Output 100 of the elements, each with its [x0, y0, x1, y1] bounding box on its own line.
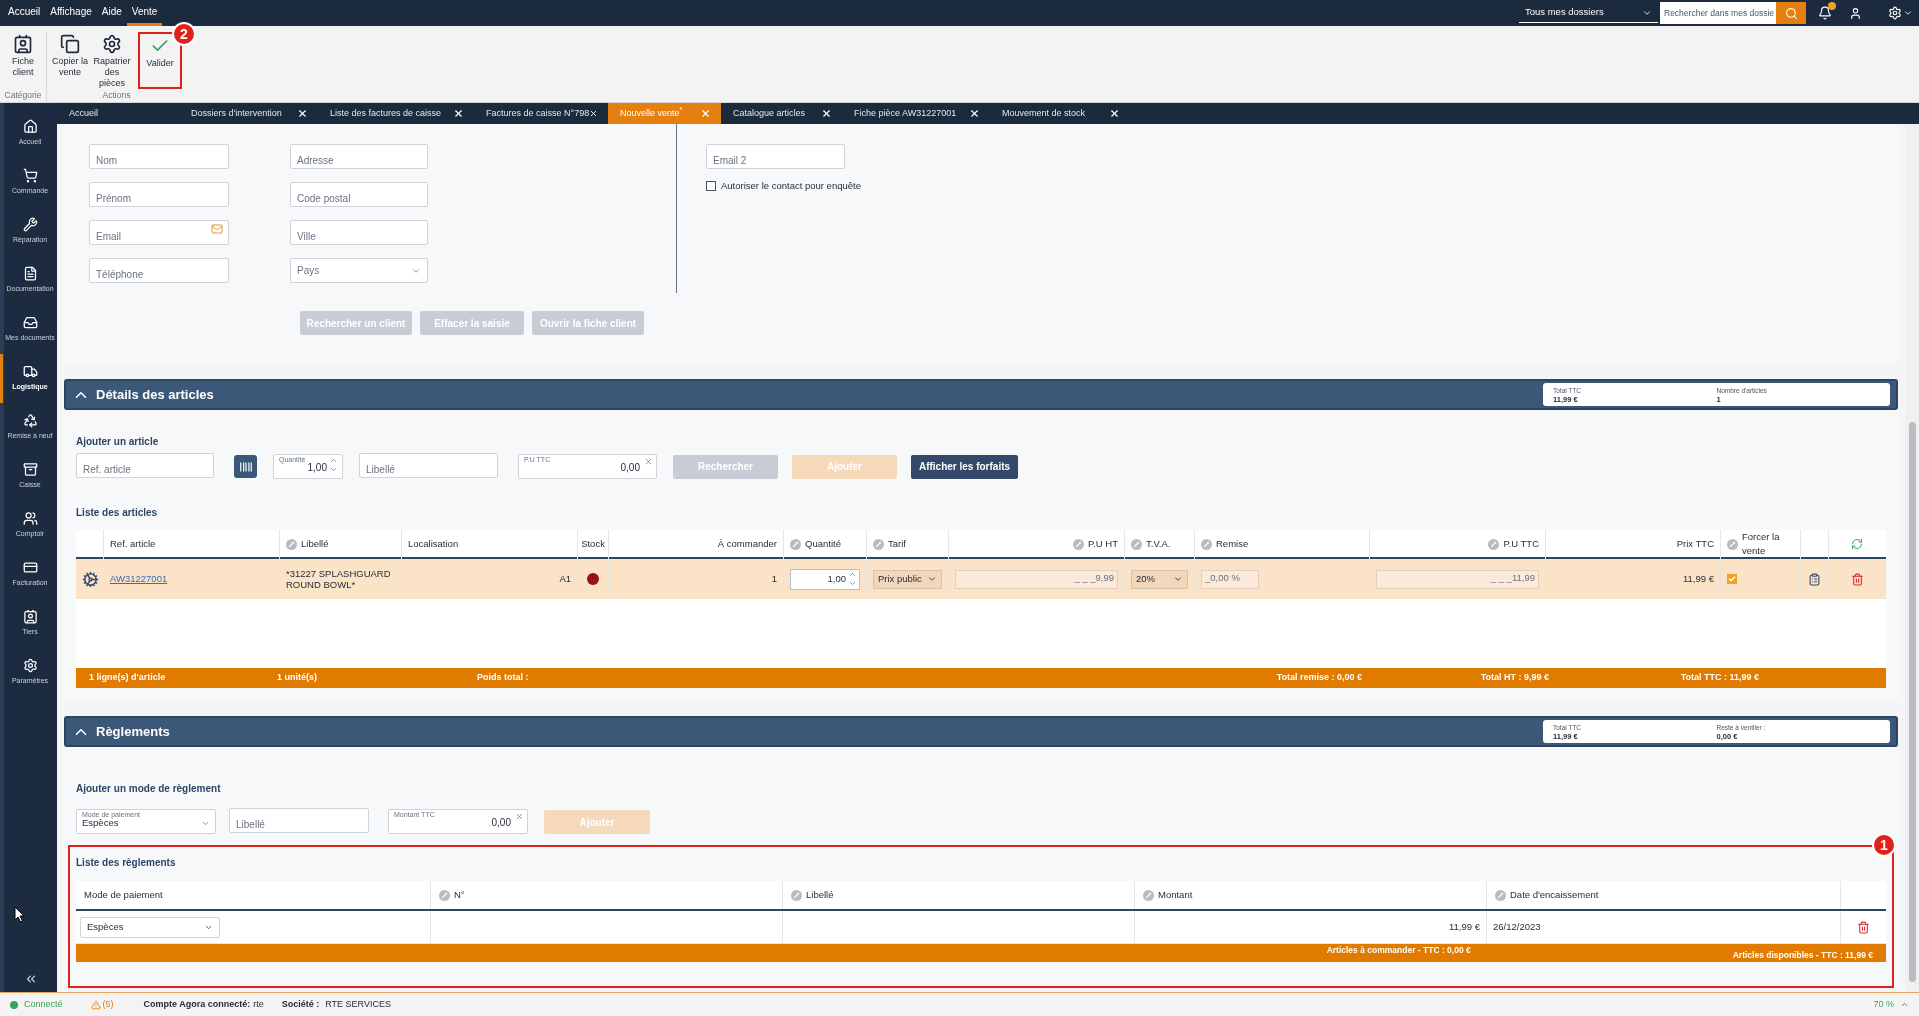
- close-icon[interactable]: [969, 108, 980, 119]
- pencil-icon: [790, 538, 801, 550]
- ribbon-button[interactable]: Valider: [141, 34, 179, 87]
- gears-icon[interactable]: [81, 570, 99, 588]
- tab[interactable]: Factures de caisse N°798: [474, 103, 608, 124]
- pencil-icon: [873, 538, 884, 550]
- clear-icon[interactable]: [515, 812, 524, 821]
- input-field[interactable]: Prénom: [89, 182, 229, 207]
- quantity-field[interactable]: 1,00: [790, 568, 860, 590]
- menu-item[interactable]: Affichage: [45, 0, 97, 26]
- status-label: Société :: [281, 997, 320, 1011]
- pencil-icon: [1143, 889, 1154, 901]
- tab[interactable]: Dossiers d'intervention: [179, 103, 318, 124]
- tab[interactable]: Catalogue articles: [721, 103, 842, 124]
- ribbon-button[interactable]: Rapatrier des pièces: [93, 32, 131, 89]
- caret-up-icon[interactable]: [1900, 1000, 1909, 1009]
- tab[interactable]: Mouvement de stock: [990, 103, 1130, 124]
- scrollbar-thumb[interactable]: [1908, 422, 1916, 982]
- button[interactable]: Afficher les forfaits: [911, 454, 1018, 479]
- close-icon[interactable]: [297, 108, 308, 119]
- input-field[interactable]: Libellé: [359, 453, 498, 478]
- discount-field[interactable]: _0,00 %: [1201, 569, 1259, 589]
- section-title: Détails des articles: [96, 385, 214, 404]
- input-field[interactable]: Ref. article: [76, 453, 214, 478]
- price-field: _ _ _9,99: [955, 569, 1118, 589]
- column-header[interactable]: P.U TTC: [1370, 530, 1546, 559]
- column-header[interactable]: Prix TTC: [1546, 530, 1721, 559]
- column-header[interactable]: Ref. article: [104, 530, 280, 559]
- settings-icon[interactable]: [1888, 6, 1902, 20]
- chevron-down-icon[interactable]: [1903, 8, 1913, 18]
- chevron-down-icon: [411, 266, 421, 276]
- input-field[interactable]: Libellé: [229, 808, 369, 833]
- refresh-icon[interactable]: [1851, 538, 1863, 551]
- input-field[interactable]: Téléphone: [89, 258, 229, 283]
- close-icon[interactable]: [821, 108, 832, 119]
- input-field[interactable]: Code postal: [290, 182, 428, 207]
- column-header[interactable]: Stock: [578, 530, 609, 559]
- pencil-icon: [1131, 538, 1142, 550]
- column-header[interactable]: T.V.A.: [1125, 530, 1195, 559]
- ribbon-button[interactable]: Copier la vente: [51, 32, 89, 78]
- column-header[interactable]: Quantité: [784, 530, 867, 559]
- article-link[interactable]: AW31227001: [110, 571, 168, 587]
- ribbon-button[interactable]: Fiche client: [4, 32, 42, 78]
- select-field[interactable]: Prix public: [873, 569, 942, 589]
- list-icon[interactable]: [1808, 572, 1821, 586]
- checkbox[interactable]: [706, 181, 716, 192]
- input-field[interactable]: Ville: [290, 220, 428, 245]
- tab[interactable]: Liste des factures de caisse: [318, 103, 474, 124]
- checkbox-label: Autoriser le contact pour enquête: [721, 179, 861, 193]
- close-icon[interactable]: [1109, 108, 1120, 119]
- truck-icon: [22, 364, 38, 380]
- contact-card-icon: [22, 609, 38, 625]
- folder-select[interactable]: Tous mes dossiers: [1519, 3, 1658, 23]
- column-header[interactable]: Localisation: [402, 530, 578, 559]
- delete-icon[interactable]: [1857, 920, 1870, 934]
- column-header[interactable]: Remise: [1195, 530, 1370, 559]
- barcode-icon: [238, 459, 253, 474]
- input-field[interactable]: Nom: [89, 144, 229, 169]
- menu-item[interactable]: Accueil: [3, 0, 46, 26]
- column-header[interactable]: Libellé: [783, 881, 1135, 909]
- input-field[interactable]: Email: [89, 220, 229, 245]
- input-field[interactable]: Email 2: [706, 144, 845, 169]
- price-field: _ _ _11,99: [1376, 569, 1539, 589]
- input-field[interactable]: Adresse: [290, 144, 428, 169]
- menu-item[interactable]: Aide: [96, 0, 127, 26]
- clear-icon[interactable]: [644, 457, 653, 466]
- barcode-button[interactable]: [234, 455, 257, 478]
- close-icon[interactable]: [453, 108, 464, 119]
- table-cell-text: *31227 SPLASHGUARD ROUND BOWL*: [286, 568, 392, 590]
- status-value: rte: [253, 997, 264, 1011]
- select-field[interactable]: Espèces: [80, 916, 220, 938]
- checkbox[interactable]: [1727, 574, 1737, 584]
- notification-badge: [1828, 2, 1836, 10]
- column-header[interactable]: Tarif: [867, 530, 949, 559]
- search-field[interactable]: Rechercher dans mes dossie: [1660, 2, 1776, 24]
- table-cell-text: 26/12/2023: [1493, 919, 1541, 934]
- group-label: Catégorie: [4, 89, 42, 102]
- column-header[interactable]: N°: [431, 881, 783, 909]
- select-field[interactable]: Pays: [290, 258, 428, 283]
- close-icon[interactable]: [589, 108, 598, 119]
- notification-icon[interactable]: [1818, 6, 1832, 20]
- list-title: Liste des articles: [76, 506, 159, 520]
- column-header[interactable]: Forcer la vente: [1721, 530, 1801, 559]
- user-icon[interactable]: [1849, 6, 1862, 20]
- column-header[interactable]: Montant: [1135, 881, 1487, 909]
- pencil-icon: [286, 538, 297, 550]
- totals-text: Total remise : 0,00 €: [1275, 671, 1362, 685]
- column-header[interactable]: Mode de paiement: [76, 881, 431, 909]
- pencil-icon: [1201, 538, 1212, 550]
- tab[interactable]: Fiche pièce AW31227001: [842, 103, 990, 124]
- wrench-icon: [22, 217, 38, 233]
- column-header[interactable]: P.U HT: [949, 530, 1125, 559]
- column-header[interactable]: À commander: [609, 530, 784, 559]
- tab[interactable]: Accueil: [57, 103, 179, 124]
- column-header[interactable]: Libellé: [280, 530, 402, 559]
- delete-icon[interactable]: [1850, 572, 1864, 586]
- chevron-down-icon: [927, 574, 937, 584]
- select-field[interactable]: 20%: [1131, 569, 1188, 589]
- column-header[interactable]: Date d'encaissement: [1487, 881, 1841, 909]
- totals-text: 1 unité(s): [277, 671, 318, 685]
